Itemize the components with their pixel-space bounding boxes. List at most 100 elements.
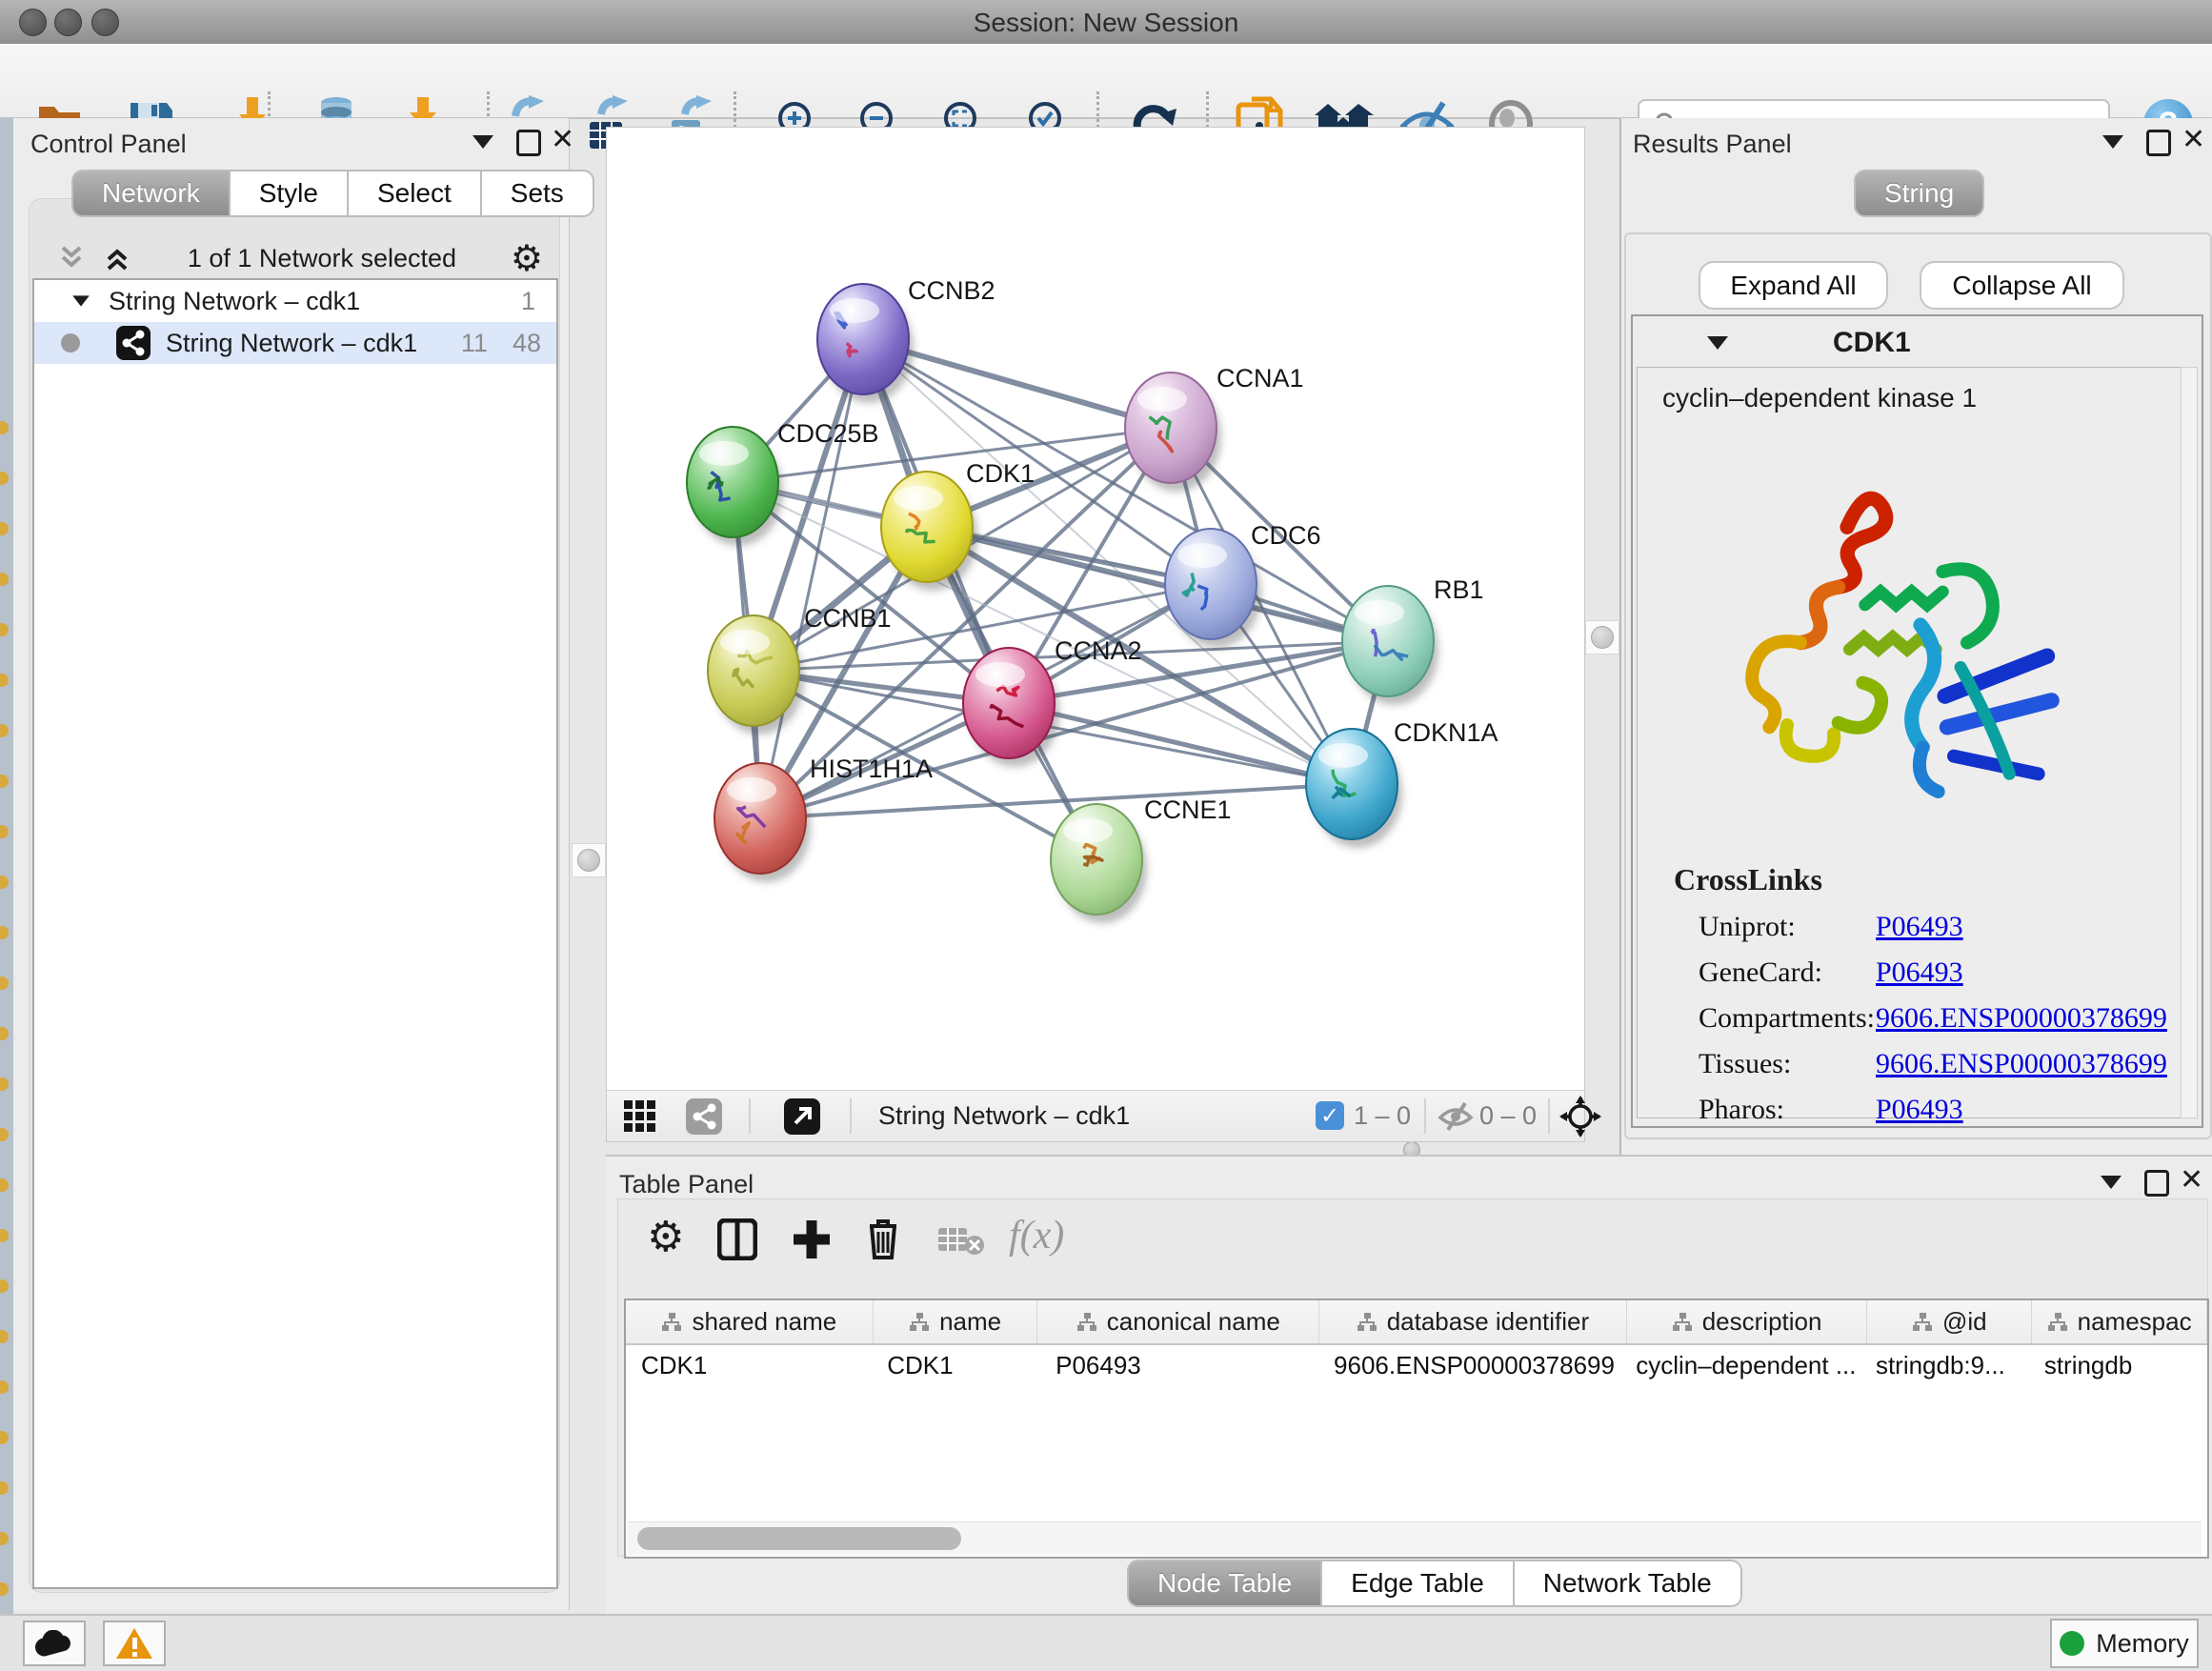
column-header-canonical-name[interactable]: canonical name <box>1037 1300 1319 1343</box>
column-header-namespac[interactable]: namespac <box>2032 1300 2207 1343</box>
cdk1-section-header[interactable]: CDK1 <box>1633 316 2202 369</box>
results-panel-close-icon[interactable]: ✕ <box>2182 128 2205 152</box>
network-tree-child-row[interactable]: String Network – cdk1 11 48 <box>34 322 556 364</box>
tab-string[interactable]: String <box>1854 170 1984 217</box>
column-type-icon <box>2047 1312 2068 1333</box>
network-node-CCNA2[interactable] <box>963 648 1059 767</box>
column-header-database-identifier[interactable]: database identifier <box>1319 1300 1627 1343</box>
selected-checkbox-icon[interactable]: ✓ <box>1316 1101 1344 1130</box>
show-columns-icon[interactable] <box>717 1218 757 1265</box>
add-column-icon[interactable] <box>792 1218 832 1265</box>
column-header--id[interactable]: @id <box>1867 1300 2032 1343</box>
network-canvas[interactable]: CCNB2CCNA1CDC25BCDK1CDC6RB1CCNB1CCNA2CDK… <box>606 127 1585 1092</box>
network-node-CCNB2[interactable] <box>817 284 914 403</box>
control-panel-float-icon[interactable] <box>516 130 541 156</box>
crosslink-label: Uniprot: <box>1699 911 1876 943</box>
memory-status-dot-icon <box>2060 1631 2084 1656</box>
tab-edge-table[interactable]: Edge Table <box>1321 1560 1514 1607</box>
tab-network-table[interactable]: Network Table <box>1514 1560 1742 1607</box>
cloud-icon <box>35 1630 73 1657</box>
node-count: 11 <box>461 329 488 358</box>
network-collection-label: String Network – cdk1 <box>109 287 360 316</box>
crosslink-link-compartments-[interactable]: 9606.ENSP00000378699 <box>1876 1002 2167 1035</box>
control-panel-close-icon[interactable]: ✕ <box>551 128 574 152</box>
tab-select[interactable]: Select <box>348 170 481 217</box>
desktop-edge-strip <box>0 118 13 1671</box>
crosslink-label: Compartments: <box>1699 1002 1876 1035</box>
node-label-RB1: RB1 <box>1434 575 1484 604</box>
results-scrollbar[interactable] <box>2181 367 2198 1118</box>
crosslink-row: Pharos:P06493 <box>1699 1094 2181 1126</box>
delete-column-icon[interactable] <box>864 1217 902 1265</box>
column-header-description[interactable]: description <box>1627 1300 1868 1343</box>
collapse-all-button[interactable]: Collapse All <box>1920 261 2124 310</box>
expand-all-button[interactable]: Expand All <box>1699 261 1888 310</box>
control-panel-menu-icon[interactable] <box>473 135 493 149</box>
crosslink-link-pharos-[interactable]: P06493 <box>1876 1094 1963 1126</box>
node-label-CDC6: CDC6 <box>1251 521 1321 550</box>
network-node-CCNE1[interactable] <box>1051 804 1147 923</box>
title-bar: Session: New Session <box>0 0 2212 45</box>
tree-expand-icon[interactable] <box>72 295 90 306</box>
network-share-view-icon[interactable] <box>686 1098 722 1135</box>
crosslink-link-uniprot-[interactable]: P06493 <box>1876 911 1963 943</box>
network-node-CCNB1[interactable] <box>708 615 804 735</box>
cdk1-title: CDK1 <box>1833 327 1911 359</box>
crosslinks-list: Uniprot:P06493GeneCard:P06493Compartment… <box>1699 911 2181 1126</box>
column-header-name[interactable]: name <box>874 1300 1038 1343</box>
network-options-gear-icon[interactable]: ⚙ <box>511 244 543 272</box>
table-row[interactable]: CDK1CDK1P064939606.ENSP00000378699cyclin… <box>626 1345 2207 1385</box>
table-panel-menu-icon[interactable] <box>2101 1176 2122 1189</box>
table-cell: 9606.ENSP00000378699 <box>1318 1345 1620 1385</box>
tab-style[interactable]: Style <box>230 170 348 217</box>
column-header-shared-name[interactable]: shared name <box>626 1300 874 1343</box>
collapse-all-chevrons-icon[interactable] <box>55 244 88 272</box>
table-panel-close-icon[interactable]: ✕ <box>2180 1168 2203 1193</box>
node-label-CDKN1A: CDKN1A <box>1394 718 1498 747</box>
network-node-HIST1H1A[interactable] <box>714 763 811 882</box>
results-panel-menu-icon[interactable] <box>2102 135 2123 149</box>
tab-sets[interactable]: Sets <box>481 170 594 217</box>
selected-node-edge-counts: 1 – 0 <box>1354 1101 1411 1131</box>
memory-button[interactable]: Memory <box>2050 1619 2199 1668</box>
tab-node-table[interactable]: Node Table <box>1127 1560 1321 1607</box>
left-splitter-handle[interactable] <box>572 843 606 877</box>
crosslink-link-tissues-[interactable]: 9606.ENSP00000378699 <box>1876 1048 2167 1080</box>
table-header-row: shared namenamecanonical namedatabase id… <box>626 1300 2207 1345</box>
warning-status-button[interactable] <box>103 1621 166 1666</box>
hscrollbar-thumb[interactable] <box>637 1527 961 1550</box>
network-list-header: 1 of 1 Network selected ⚙ <box>42 242 556 274</box>
collection-count: 1 <box>521 287 535 316</box>
node-label-CCNE1: CCNE1 <box>1144 795 1232 824</box>
tab-network[interactable]: Network <box>71 170 230 217</box>
window-title: Session: New Session <box>0 8 2212 38</box>
cdk1-collapse-icon[interactable] <box>1707 336 1728 350</box>
birds-eye-view-icon[interactable] <box>1559 1096 1601 1142</box>
table-hscrollbar[interactable] <box>628 1521 2202 1555</box>
network-node-RB1[interactable] <box>1342 586 1438 705</box>
control-panel-title: Control Panel <box>30 130 187 159</box>
results-panel-title: Results Panel <box>1633 130 1792 159</box>
network-tree-root-row[interactable]: String Network – cdk1 1 <box>34 280 556 322</box>
table-options-gear-icon[interactable]: ⚙ <box>647 1217 684 1258</box>
warning-icon <box>115 1626 153 1661</box>
network-view-title: String Network – cdk1 <box>878 1101 1130 1131</box>
application-window: Session: New Session <box>0 0 2212 1671</box>
grid-view-icon[interactable] <box>624 1100 656 1137</box>
table-panel-float-icon[interactable] <box>2144 1170 2169 1197</box>
open-in-window-icon[interactable] <box>784 1098 820 1135</box>
expand-all-chevrons-icon[interactable] <box>101 244 133 272</box>
network-node-CDKN1A[interactable] <box>1306 729 1402 848</box>
network-node-CDC6[interactable] <box>1165 529 1261 648</box>
cdk1-subtitle: cyclin–dependent kinase 1 <box>1662 383 2181 413</box>
right-splitter-handle[interactable] <box>1585 620 1619 654</box>
network-node-CDK1[interactable] <box>881 472 977 591</box>
network-node-CCNA1[interactable] <box>1125 372 1221 492</box>
crosslink-row: Uniprot:P06493 <box>1699 911 2181 943</box>
table-cell: CDK1 <box>626 1345 872 1385</box>
table-cell: P06493 <box>1040 1345 1318 1385</box>
crosslink-link-genecard-[interactable]: P06493 <box>1876 956 1963 989</box>
results-panel-float-icon[interactable] <box>2146 130 2171 156</box>
cloud-status-button[interactable] <box>23 1621 86 1666</box>
node-table: shared namenamecanonical namedatabase id… <box>624 1299 2209 1559</box>
